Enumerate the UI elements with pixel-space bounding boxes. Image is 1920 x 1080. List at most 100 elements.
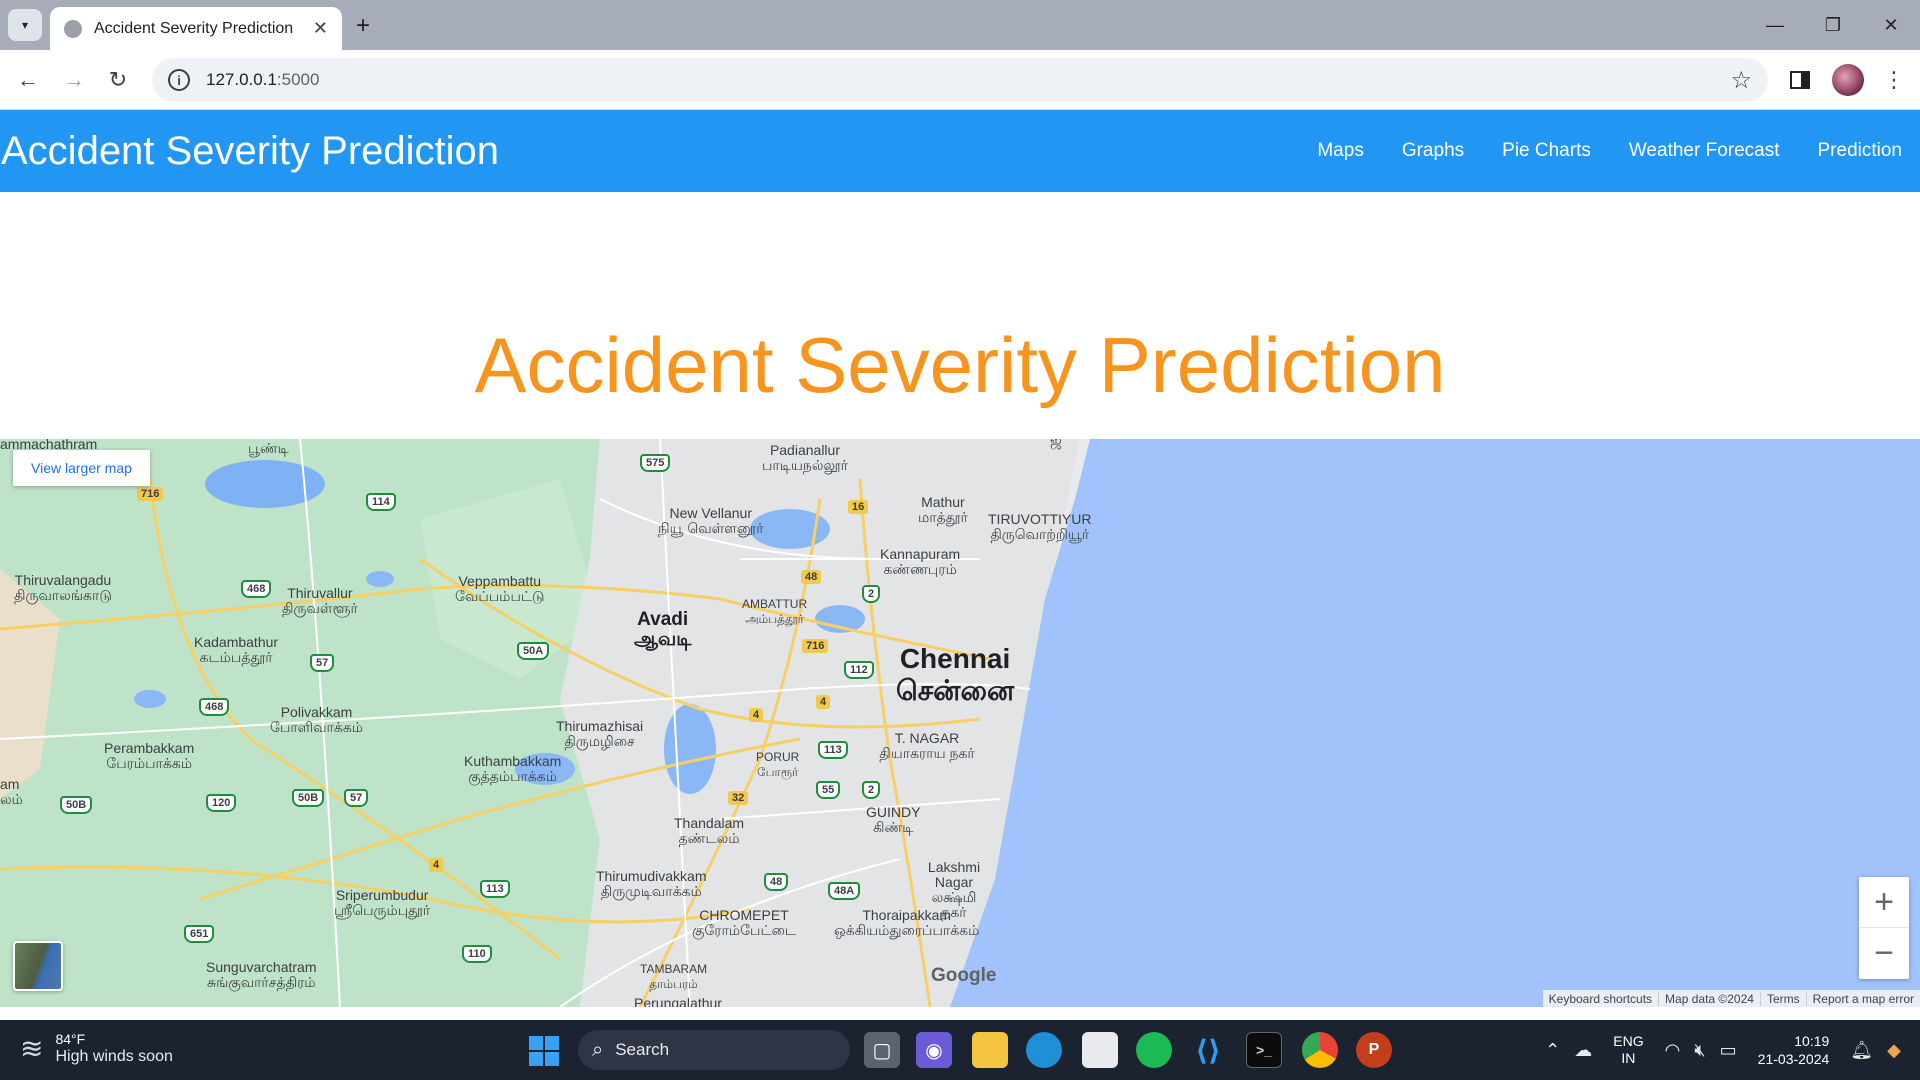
map-data-attribution: Map data ©2024 [1658, 991, 1760, 1006]
map-place-label: பூண்டி [248, 440, 289, 456]
volume-muted-icon[interactable]: 🔇︎ [1694, 1040, 1705, 1061]
map-footer: Keyboard shortcuts Map data ©2024 Terms … [1542, 990, 1920, 1007]
route-shield: 120 [206, 794, 237, 812]
new-tab-button[interactable]: + [356, 12, 370, 40]
browser-tabstrip: ▾ Accident Severity Prediction ✕ + — ❐ ✕ [0, 0, 1920, 50]
reload-icon[interactable]: ↻ [102, 64, 134, 96]
app-navbar: Accident Severity Prediction Maps Graphs… [0, 110, 1920, 192]
nav-link-maps[interactable]: Maps [1317, 140, 1363, 162]
route-shield: 113 [480, 880, 510, 898]
nav-link-graphs[interactable]: Graphs [1402, 140, 1464, 162]
browser-toolbar: ← → ↻ i 127.0.0.1:5000 ☆ ⋮ [0, 50, 1920, 110]
wifi-icon[interactable]: ◠ [1665, 1040, 1681, 1061]
route-shield: 2 [862, 585, 881, 603]
nav-link-pie-charts[interactable]: Pie Charts [1502, 140, 1591, 162]
weather-widget[interactable]: ≋ 84°F High winds soon [20, 1030, 173, 1066]
minimize-icon[interactable]: — [1746, 0, 1804, 50]
back-arrow-icon[interactable]: ← [12, 64, 44, 96]
browser-tab-active[interactable]: Accident Severity Prediction ✕ [50, 7, 342, 50]
windows-taskbar: ≋ 84°F High winds soon ⌕ Search ▢ ◉ ⟨⟩ >… [0, 1020, 1920, 1080]
globe-icon [64, 19, 82, 38]
bookmark-star-icon[interactable]: ☆ [1730, 66, 1752, 95]
route-shield: 112 [844, 661, 874, 679]
route-shield: 57 [310, 654, 335, 672]
zoom-in-button[interactable]: + [1859, 877, 1909, 928]
profile-avatar[interactable] [1832, 64, 1864, 96]
google-map-embed[interactable]: ammachathram பூண்டி Padianallur பாடியநல்ல… [0, 439, 1920, 1007]
map-place-label: Polivakkam போளிவாக்கம் [270, 704, 364, 735]
teams-icon[interactable]: ◉ [916, 1032, 952, 1068]
clock-time: 10:19 [1794, 1033, 1830, 1049]
map-place-label: PORUR போரூர் [756, 750, 800, 779]
close-window-icon[interactable]: ✕ [1862, 0, 1920, 50]
chrome-icon[interactable] [1302, 1032, 1338, 1068]
tab-search-button[interactable]: ▾ [8, 9, 42, 41]
zoom-out-button[interactable]: − [1859, 928, 1909, 979]
keyboard-shortcuts-link[interactable]: Keyboard shortcuts [1543, 992, 1658, 1006]
route-shield: 468 [199, 698, 230, 716]
file-explorer-icon[interactable] [972, 1032, 1008, 1068]
clock-date: 21-03-2024 [1757, 1051, 1830, 1067]
map-place-label: Thandalam தண்டலம் [674, 815, 745, 846]
map-place-label: TAMBARAM தாம்பரம் [640, 962, 708, 991]
route-shield: 110 [462, 945, 492, 963]
route-shield: 575 [640, 454, 671, 472]
route-shield: 113 [818, 741, 848, 759]
map-place-label: Sriperumbudur ஸ்ரீபெரும்புதூர் [334, 887, 431, 918]
route-shield: 468 [241, 580, 272, 598]
notification-bell-icon[interactable]: 🔔︎ [1850, 1040, 1873, 1061]
onedrive-icon[interactable]: ☁ [1574, 1040, 1592, 1061]
map-place-label: Thoraipakkam ஒக்கியம்துரைப்பாக்கம் [834, 907, 980, 938]
side-panel-icon[interactable] [1784, 64, 1816, 96]
view-larger-map-link[interactable]: View larger map [13, 450, 150, 486]
spotify-icon[interactable] [1136, 1032, 1172, 1068]
chevron-up-icon[interactable]: ⌃ [1545, 1040, 1560, 1061]
terms-link[interactable]: Terms [1759, 991, 1806, 1006]
copilot-icon[interactable]: ◆ [1887, 1040, 1901, 1061]
terminal-icon[interactable]: >_ [1246, 1032, 1282, 1068]
report-map-error-link[interactable]: Report a map error [1805, 991, 1920, 1006]
route-shield: 16 [848, 500, 869, 514]
map-place-label: Kannapuram கண்ணபுரம் [880, 546, 961, 577]
route-shield: 50B [292, 789, 325, 807]
nav-link-prediction[interactable]: Prediction [1818, 140, 1903, 162]
language-indicator[interactable]: ENG IN [1613, 1033, 1643, 1067]
taskbar-search[interactable]: ⌕ Search [578, 1030, 850, 1070]
map-place-label: Thiruvallur திருவள்ளூர் [282, 585, 358, 616]
nav-link-weather-forecast[interactable]: Weather Forecast [1629, 140, 1780, 162]
forward-arrow-icon[interactable]: → [58, 64, 90, 96]
route-shield: 4 [816, 695, 831, 709]
powerpoint-icon[interactable]: P [1356, 1032, 1392, 1068]
map-place-label: CHROMEPET குரோம்பேட்டை [692, 907, 797, 938]
edge-browser-icon[interactable] [1026, 1032, 1062, 1068]
route-shield: 716 [137, 487, 164, 501]
vscode-icon[interactable]: ⟨⟩ [1190, 1032, 1226, 1068]
microsoft-store-icon[interactable] [1082, 1032, 1118, 1068]
more-menu-icon[interactable]: ⋮ [1878, 64, 1910, 96]
windows-start-icon[interactable] [529, 1036, 559, 1066]
map-place-label: Thirumudivakkam திருமுடிவாக்கம் [596, 868, 707, 899]
map-place-label: Perambakkam பேரம்பாக்கம் [104, 740, 195, 771]
map-place-label: Perungalathur [634, 995, 722, 1008]
task-view-icon[interactable]: ▢ [864, 1032, 900, 1068]
satellite-layer-toggle[interactable] [13, 941, 63, 991]
chevron-down-icon: ▾ [21, 18, 29, 32]
nav-links: Maps Graphs Pie Charts Weather Forecast … [1279, 140, 1920, 162]
url-text[interactable]: 127.0.0.1:5000 [206, 70, 1730, 90]
system-tray: ⌃ ☁ ENG IN ◠ 🔇︎ ▭ 10:19 21-03-2024 🔔︎ ◆ [1538, 1020, 1908, 1080]
map-place-label: Sunguvarchatram சுங்குவார்சத்திரம் [206, 959, 317, 990]
battery-icon[interactable]: ▭ [1720, 1040, 1737, 1061]
map-place-label-chennai: Chennai சென்னை [896, 643, 1015, 706]
address-bar[interactable]: i 127.0.0.1:5000 ☆ [152, 58, 1768, 102]
clock[interactable]: 10:19 21-03-2024 [1758, 1032, 1830, 1068]
close-tab-icon[interactable]: ✕ [313, 18, 328, 39]
weather-description: High winds soon [55, 1048, 173, 1065]
restore-icon[interactable]: ❐ [1804, 0, 1862, 50]
map-place-label: Thirumazhisai திருமழிசை [556, 718, 644, 749]
wind-icon: ≋ [20, 1032, 44, 1064]
map-place-label: am லம் [0, 776, 23, 807]
site-info-icon[interactable]: i [168, 69, 190, 91]
search-icon: ⌕ [592, 1038, 604, 1061]
brand-title[interactable]: Accident Severity Prediction [0, 129, 499, 174]
weather-temperature: 84°F [55, 1031, 86, 1047]
